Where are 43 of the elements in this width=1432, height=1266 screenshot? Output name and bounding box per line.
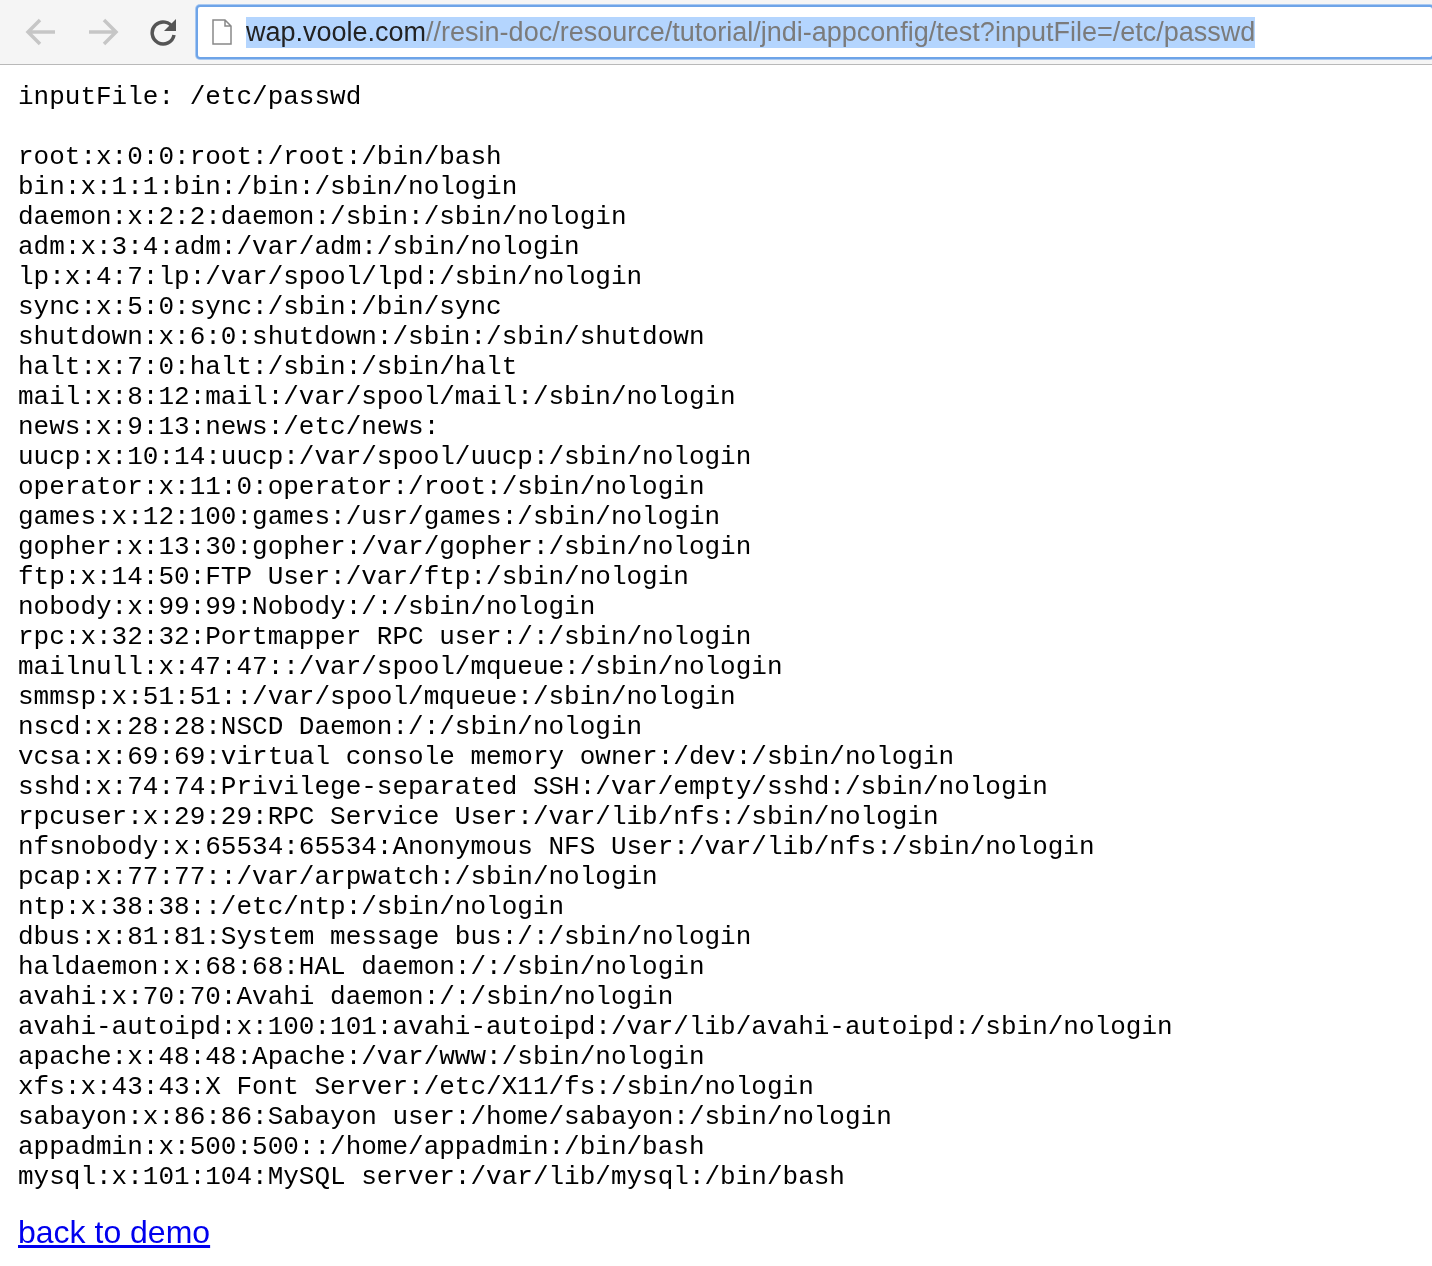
file-line: shutdown:x:6:0:shutdown:/sbin:/sbin/shutdown: [18, 322, 705, 352]
file-line: rpc:x:32:32:Portmapper RPC user:/:/sbin/nologin: [18, 622, 752, 652]
forward-arrow-icon: [86, 17, 120, 47]
file-line: sshd:x:74:74:Privilege-separated SSH:/var/empty/sshd:/sbin/nologin: [18, 772, 1048, 802]
reload-icon: [148, 17, 178, 47]
file-line: rpcuser:x:29:29:RPC Service User:/var/lib/nfs:/sbin/nologin: [18, 802, 939, 832]
address-bar[interactable]: wap.voole.com//resin-doc/resource/tutorial/jndi-appconfig/test?inputFile=/etc/passwd: [196, 5, 1432, 59]
file-line: uucp:x:10:14:uucp:/var/spool/uucp:/sbin/nologin: [18, 442, 752, 472]
file-line: apache:x:48:48:Apache:/var/www:/sbin/nologin: [18, 1042, 705, 1072]
file-line: xfs:x:43:43:X Font Server:/etc/X11/fs:/sbin/nologin: [18, 1072, 814, 1102]
file-line: operator:x:11:0:operator:/root:/sbin/nologin: [18, 472, 705, 502]
file-line: bin:x:1:1:bin:/bin:/sbin/nologin: [18, 172, 518, 202]
file-line: sync:x:5:0:sync:/sbin:/bin/sync: [18, 292, 502, 322]
file-line: mail:x:8:12:mail:/var/spool/mail:/sbin/nologin: [18, 382, 736, 412]
file-line: ftp:x:14:50:FTP User:/var/ftp:/sbin/nologin: [18, 562, 689, 592]
file-line: sabayon:x:86:86:Sabayon user:/home/sabayon:/sbin/nologin: [18, 1102, 892, 1132]
file-line: adm:x:3:4:adm:/var/adm:/sbin/nologin: [18, 232, 580, 262]
back-link[interactable]: back to demo: [18, 1214, 211, 1251]
file-line: root:x:0:0:root:/root:/bin/bash: [18, 142, 502, 172]
url-text: wap.voole.com//resin-doc/resource/tutorial/jndi-appconfig/test?inputFile=/etc/passwd: [246, 16, 1256, 48]
file-line: mysql:x:101:104:MySQL server:/var/lib/mysql:/bin/bash: [18, 1162, 845, 1192]
file-line: ntp:x:38:38::/etc/ntp:/sbin/nologin: [18, 892, 565, 922]
file-line: appadmin:x:500:500::/home/appadmin:/bin/bash: [18, 1132, 705, 1162]
file-line: pcap:x:77:77::/var/arpwatch:/sbin/nologin: [18, 862, 658, 892]
page-icon: [212, 19, 232, 45]
back-arrow-icon: [24, 17, 58, 47]
file-line: haldaemon:x:68:68:HAL daemon:/:/sbin/nologin: [18, 952, 705, 982]
input-file-label: inputFile: /etc/passwd: [18, 82, 362, 112]
file-line: avahi:x:70:70:Avahi daemon:/:/sbin/nologin: [18, 982, 674, 1012]
file-line: lp:x:4:7:lp:/var/spool/lpd:/sbin/nologin: [18, 262, 643, 292]
file-line: dbus:x:81:81:System message bus:/:/sbin/nologin: [18, 922, 752, 952]
file-line: mailnull:x:47:47::/var/spool/mqueue:/sbin/nologin: [18, 652, 783, 682]
file-line: smmsp:x:51:51::/var/spool/mqueue:/sbin/nologin: [18, 682, 736, 712]
file-line: news:x:9:13:news:/etc/news:: [18, 412, 440, 442]
file-line: halt:x:7:0:halt:/sbin:/sbin/halt: [18, 352, 518, 382]
file-line: nobody:x:99:99:Nobody:/:/sbin/nologin: [18, 592, 596, 622]
file-line: daemon:x:2:2:daemon:/sbin:/sbin/nologin: [18, 202, 627, 232]
file-line: nfsnobody:x:65534:65534:Anonymous NFS User:/var/lib/nfs:/sbin/nologin: [18, 832, 1095, 862]
file-line: vcsa:x:69:69:virtual console memory owner:/dev:/sbin/nologin: [18, 742, 955, 772]
file-line: nscd:x:28:28:NSCD Daemon:/:/sbin/nologin: [18, 712, 643, 742]
file-line: games:x:12:100:games:/usr/games:/sbin/nologin: [18, 502, 721, 532]
file-line: gopher:x:13:30:gopher:/var/gopher:/sbin/nologin: [18, 532, 752, 562]
file-line: avahi-autoipd:x:100:101:avahi-autoipd:/var/lib/avahi-autoipd:/sbin/nologin: [18, 1012, 1173, 1042]
